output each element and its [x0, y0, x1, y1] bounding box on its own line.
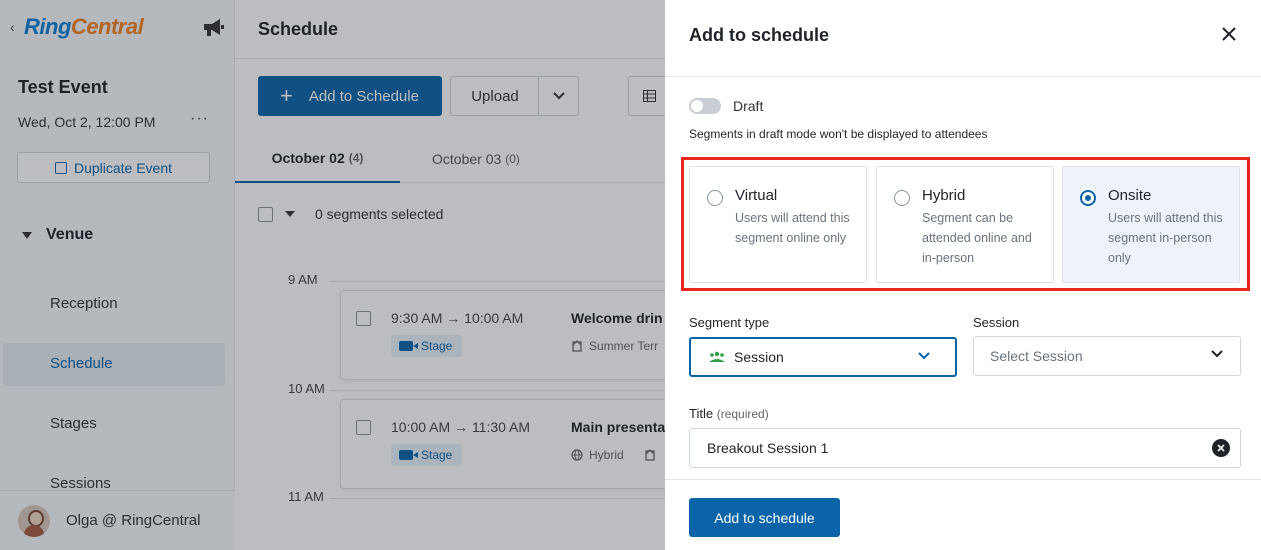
radio-hybrid[interactable]	[894, 190, 910, 206]
option-hybrid[interactable]: Hybrid Segment can be attended online an…	[876, 166, 1054, 283]
session-placeholder: Select Session	[990, 348, 1083, 364]
segment-type-value: Session	[734, 349, 784, 365]
modal-backdrop[interactable]	[0, 0, 665, 550]
panel-header: Add to schedule	[665, 0, 1261, 77]
draft-label: Draft	[733, 98, 764, 114]
draft-toggle[interactable]	[689, 98, 721, 114]
option-description: Segment can be attended online and in-pe…	[922, 211, 1032, 265]
session-select[interactable]: Select Session	[973, 336, 1241, 376]
chevron-down-icon	[1211, 350, 1223, 358]
close-icon	[1217, 444, 1225, 452]
draft-help-text: Segments in draft mode won't be displaye…	[689, 127, 988, 141]
panel-footer: Add to schedule	[665, 479, 1261, 550]
option-description: Users will attend this segment in-person…	[1108, 211, 1223, 265]
segment-type-select[interactable]: Session	[689, 337, 957, 377]
chevron-down-icon	[918, 352, 930, 360]
clear-input-button[interactable]	[1212, 439, 1230, 457]
option-title: Onsite	[1108, 187, 1152, 204]
option-virtual[interactable]: Virtual Users will attend this segment o…	[689, 166, 867, 283]
title-input[interactable]	[689, 428, 1241, 468]
option-title: Hybrid	[922, 187, 966, 204]
close-icon[interactable]	[1217, 22, 1241, 46]
required-indicator: (required)	[716, 407, 769, 421]
title-label: Title (required)	[689, 406, 769, 421]
app: ‹ RingCentral Test Event Wed, Oct 2, 12:…	[0, 0, 1261, 550]
option-description: Users will attend this segment online on…	[735, 211, 850, 245]
radio-onsite[interactable]	[1080, 190, 1096, 206]
option-title: Virtual	[735, 187, 778, 204]
add-to-schedule-submit-button[interactable]: Add to schedule	[689, 498, 840, 537]
people-group-icon	[709, 351, 725, 362]
add-to-schedule-panel: Add to schedule Draft Segments in draft …	[665, 0, 1261, 550]
radio-virtual[interactable]	[707, 190, 723, 206]
option-onsite[interactable]: Onsite Users will attend this segment in…	[1062, 166, 1240, 283]
session-label: Session	[973, 315, 1020, 330]
panel-title: Add to schedule	[689, 25, 830, 45]
segment-type-label: Segment type	[689, 315, 770, 330]
